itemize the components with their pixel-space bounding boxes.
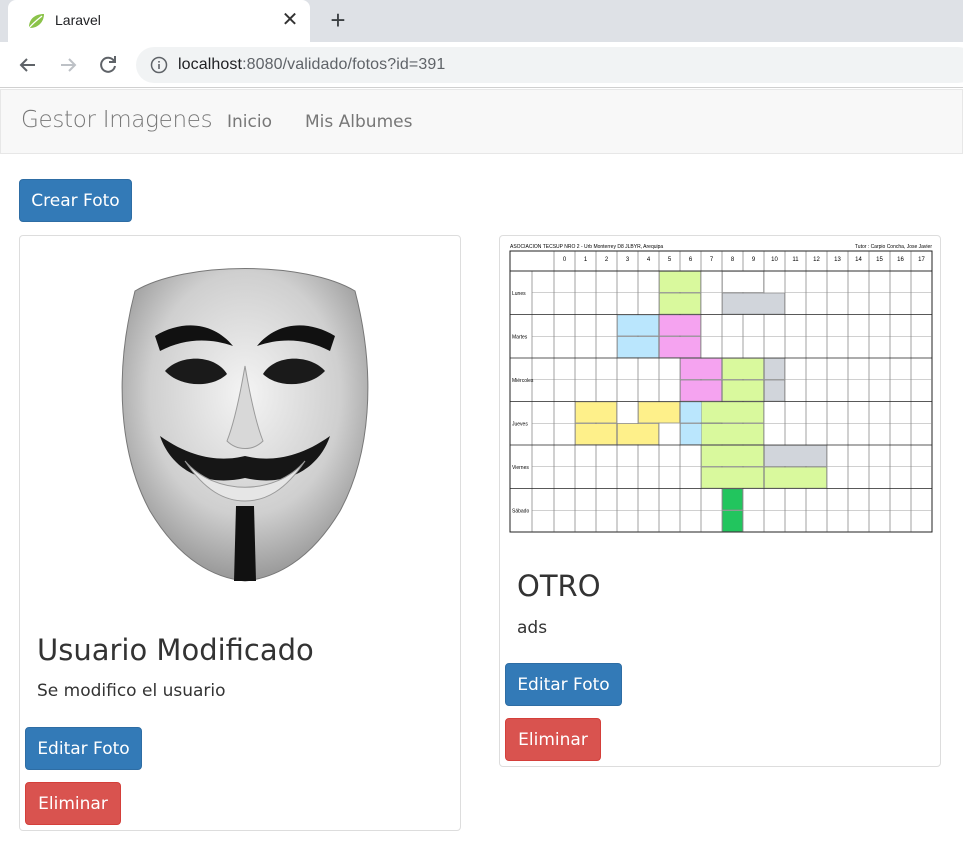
schedule-class-block <box>680 380 722 402</box>
photo-card: Usuario Modificado Se modifico el usuari… <box>19 235 461 831</box>
schedule-period-label: 11 <box>792 257 799 263</box>
schedule-day-label: Sábado <box>512 508 529 514</box>
schedule-period-label: 13 <box>834 257 841 263</box>
browser-tab[interactable]: Laravel ✕ <box>8 0 310 42</box>
nav-link-mis-albumes[interactable]: Mis Albumes <box>305 112 412 132</box>
schedule-day-label: Lunes <box>512 291 526 297</box>
new-tab-icon[interactable]: + <box>325 7 351 34</box>
schedule-class-block <box>659 293 701 315</box>
reload-icon[interactable] <box>95 52 121 78</box>
browser-tab-bar: Laravel ✕ + <box>0 0 963 42</box>
schedule-header-right: Tutor : Carpio Concha, Jose Javier <box>855 244 932 250</box>
edit-photo-button[interactable]: Editar Foto <box>25 727 142 770</box>
schedule-class-block <box>764 358 785 380</box>
schedule-period-label: 10 <box>771 257 778 263</box>
schedule-class-block <box>764 445 827 467</box>
class-schedule-image: ASOCIACION TECSUP NRO 2 - Urb Monterrey … <box>506 241 936 534</box>
guy-fawkes-mask-image <box>121 268 369 582</box>
schedule-header-left: ASOCIACION TECSUP NRO 2 - Urb Monterrey … <box>510 244 663 250</box>
schedule-class-block <box>722 271 764 293</box>
browser-toolbar: localhost:8080/validado/fotos?id=391 <box>0 42 963 88</box>
card-title: Usuario Modificado <box>37 633 314 667</box>
forward-arrow-icon[interactable] <box>55 52 81 78</box>
card-description: ads <box>517 618 548 638</box>
delete-photo-button[interactable]: Eliminar <box>25 782 121 825</box>
schedule-period-label: 14 <box>855 257 862 263</box>
schedule-class-block <box>701 401 764 423</box>
schedule-class-block <box>638 401 680 423</box>
schedule-class-block <box>680 358 722 380</box>
schedule-day-label: Miércoles <box>512 378 534 384</box>
schedule-class-block <box>764 467 827 489</box>
schedule-day-label: Martes <box>512 334 528 340</box>
url-path: :8080/validado/fotos?id=391 <box>242 56 446 73</box>
schedule-class-block <box>701 445 764 467</box>
card-description: Se modifico el usuario <box>37 681 226 701</box>
close-tab-icon[interactable]: ✕ <box>280 9 300 31</box>
schedule-period-label: 15 <box>876 257 883 263</box>
back-arrow-icon[interactable] <box>15 52 41 78</box>
schedule-class-block <box>617 336 659 358</box>
create-photo-button[interactable]: Crear Foto <box>19 179 132 222</box>
url-host: localhost <box>178 56 243 73</box>
address-bar[interactable]: localhost:8080/validado/fotos?id=391 <box>136 47 963 83</box>
delete-photo-button[interactable]: Eliminar <box>505 718 601 761</box>
schedule-class-block <box>617 314 659 336</box>
schedule-class-block <box>617 423 659 445</box>
app-navbar: Gestor Imagenes Inicio Mis Albumes <box>0 89 963 154</box>
info-icon[interactable] <box>150 56 168 74</box>
schedule-class-block <box>701 467 764 489</box>
schedule-day-label: Viernes <box>512 465 529 471</box>
schedule-class-block <box>722 510 743 532</box>
schedule-class-block <box>659 271 701 293</box>
schedule-period-label: 12 <box>813 257 820 263</box>
url-text[interactable]: localhost:8080/validado/fotos?id=391 <box>178 56 445 74</box>
schedule-class-block <box>764 380 785 402</box>
schedule-class-block <box>722 380 764 402</box>
laravel-leaf-icon <box>28 14 44 29</box>
schedule-period-label: 16 <box>897 257 904 263</box>
nav-link-inicio[interactable]: Inicio <box>227 112 272 132</box>
schedule-class-block <box>659 336 701 358</box>
schedule-class-block <box>659 314 701 336</box>
navbar-brand[interactable]: Gestor Imagenes <box>21 107 213 133</box>
tab-title: Laravel <box>55 12 101 28</box>
schedule-class-block <box>722 488 743 510</box>
schedule-class-block <box>701 423 764 445</box>
photo-card: ASOCIACION TECSUP NRO 2 - Urb Monterrey … <box>499 235 941 767</box>
card-title: OTRO <box>517 569 601 603</box>
schedule-class-block <box>575 401 617 423</box>
schedule-class-block <box>575 423 617 445</box>
schedule-day-label: Jueves <box>512 421 528 427</box>
schedule-period-label: 17 <box>918 257 925 263</box>
edit-photo-button[interactable]: Editar Foto <box>505 663 622 706</box>
schedule-class-block <box>722 358 764 380</box>
schedule-class-block <box>722 293 785 315</box>
